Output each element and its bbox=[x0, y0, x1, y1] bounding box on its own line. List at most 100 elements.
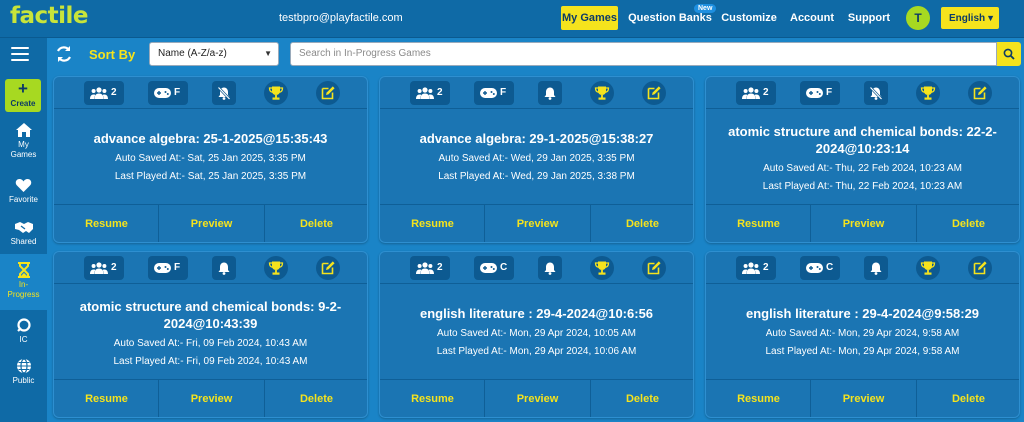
delete-button[interactable]: Delete bbox=[590, 205, 693, 242]
game-mode-badge[interactable]: C bbox=[474, 256, 514, 280]
edit-icon[interactable] bbox=[316, 81, 340, 105]
user-email: testbpro@playfactile.com bbox=[279, 12, 403, 24]
trophy-icon[interactable] bbox=[264, 256, 288, 280]
sidebar-item-in-progress[interactable]: In-Progress bbox=[0, 254, 47, 310]
chevron-down-icon: ▼ bbox=[986, 13, 996, 23]
refresh-icon[interactable] bbox=[54, 44, 74, 64]
sort-select[interactable]: Name (A-Z/a-z) ▼ bbox=[149, 42, 279, 66]
search-icon bbox=[1003, 48, 1015, 60]
sidebar-item-label: IC bbox=[19, 335, 28, 344]
players-badge[interactable]: 2 bbox=[410, 81, 450, 105]
players-icon bbox=[90, 87, 108, 99]
sidebar-item-public[interactable]: Public bbox=[0, 358, 47, 386]
gamepad-icon bbox=[806, 263, 823, 273]
gamepad-icon bbox=[480, 88, 497, 98]
game-mode-badge[interactable]: C bbox=[800, 256, 840, 280]
trophy-icon[interactable] bbox=[264, 81, 288, 105]
factile-logo[interactable]: factile bbox=[10, 3, 89, 29]
bell-slash-icon[interactable] bbox=[212, 81, 236, 105]
last-played-time: Last Played At:- Wed, 29 Jan 2025, 3:38 … bbox=[438, 171, 635, 182]
sidebar-item-my-games[interactable]: My Games bbox=[0, 122, 47, 160]
players-badge[interactable]: 2 bbox=[84, 81, 124, 105]
sidebar-item-shared[interactable]: Shared bbox=[0, 220, 47, 247]
sidebar-item-label: Public bbox=[12, 376, 35, 385]
heart-icon bbox=[15, 179, 32, 192]
players-badge[interactable]: 2 bbox=[410, 256, 450, 280]
edit-icon[interactable] bbox=[642, 81, 666, 105]
players-icon bbox=[416, 262, 434, 274]
auto-saved-time: Auto Saved At:- Wed, 29 Jan 2025, 3:35 P… bbox=[438, 153, 635, 164]
game-mode-badge[interactable]: F bbox=[800, 81, 840, 105]
handshake-icon bbox=[14, 222, 33, 233]
bell-icon[interactable] bbox=[864, 256, 888, 280]
trophy-icon[interactable] bbox=[916, 81, 940, 105]
trophy-icon[interactable] bbox=[590, 256, 614, 280]
sidebar-item-ic[interactable]: IC bbox=[0, 317, 47, 345]
gamepad-icon bbox=[154, 88, 171, 98]
delete-button[interactable]: Delete bbox=[264, 205, 367, 242]
last-played-time: Last Played At:- Mon, 29 Apr 2024, 10:06… bbox=[436, 346, 637, 357]
last-played-time: Last Played At:- Sat, 25 Jan 2025, 3:35 … bbox=[114, 171, 307, 182]
card-icon-bar: 2F bbox=[380, 77, 693, 109]
language-select[interactable]: English▼ bbox=[941, 7, 999, 29]
resume-button[interactable]: Resume bbox=[706, 380, 811, 417]
bell-icon[interactable] bbox=[538, 256, 562, 280]
game-mode-badge[interactable]: F bbox=[148, 256, 188, 280]
sidebar-item-label: My Games bbox=[10, 140, 37, 159]
trophy-icon[interactable] bbox=[916, 256, 940, 280]
sidebar-item-favorite[interactable]: Favorite bbox=[0, 178, 47, 205]
search-button[interactable] bbox=[997, 42, 1021, 66]
preview-button[interactable]: Preview bbox=[158, 205, 265, 242]
game-card: 2 Fatomic structure and chemical bonds: 2… bbox=[705, 76, 1020, 243]
home-icon bbox=[15, 123, 32, 137]
preview-button[interactable]: Preview bbox=[484, 380, 591, 417]
edit-icon[interactable] bbox=[968, 256, 992, 280]
delete-button[interactable]: Delete bbox=[590, 380, 693, 417]
game-mode-badge[interactable]: F bbox=[148, 81, 188, 105]
hamburger-menu-icon[interactable] bbox=[11, 47, 29, 61]
preview-button[interactable]: Preview bbox=[810, 380, 917, 417]
game-mode-badge[interactable]: F bbox=[474, 81, 514, 105]
edit-icon[interactable] bbox=[642, 256, 666, 280]
players-badge[interactable]: 2 bbox=[736, 81, 776, 105]
preview-button[interactable]: Preview bbox=[484, 205, 591, 242]
players-badge[interactable]: 2 bbox=[736, 256, 776, 280]
card-icon-bar: 2C bbox=[706, 252, 1019, 284]
game-mode-letter: F bbox=[826, 87, 833, 98]
player-count: 2 bbox=[437, 87, 443, 98]
nav-my-games[interactable]: My Games bbox=[561, 6, 618, 30]
edit-icon[interactable] bbox=[316, 256, 340, 280]
search-input[interactable]: Search in In-Progress Games bbox=[290, 42, 997, 66]
players-badge[interactable]: 2 bbox=[84, 256, 124, 280]
card-actions: Resume Preview Delete bbox=[380, 204, 693, 242]
resume-button[interactable]: Resume bbox=[54, 380, 159, 417]
resume-button[interactable]: Resume bbox=[380, 380, 485, 417]
game-title: atomic structure and chemical bonds: 22-… bbox=[728, 124, 997, 156]
bell-slash-icon[interactable] bbox=[864, 81, 888, 105]
nav-customize[interactable]: Customize bbox=[719, 6, 779, 30]
preview-button[interactable]: Preview bbox=[810, 205, 917, 242]
game-title: atomic structure and chemical bonds: 9-2… bbox=[79, 299, 342, 331]
delete-button[interactable]: Delete bbox=[264, 380, 367, 417]
auto-saved-time: Auto Saved At:- Thu, 22 Feb 2024, 10:23 … bbox=[763, 163, 962, 174]
last-played-time: Last Played At:- Fri, 09 Feb 2024, 10:43… bbox=[113, 356, 308, 367]
delete-button[interactable]: Delete bbox=[916, 380, 1019, 417]
create-button[interactable]: + Create bbox=[5, 79, 41, 112]
bell-icon[interactable] bbox=[538, 81, 562, 105]
resume-button[interactable]: Resume bbox=[706, 205, 811, 242]
nav-account[interactable]: Account bbox=[787, 6, 837, 30]
sidebar-item-label: Favorite bbox=[9, 195, 38, 204]
game-card: 2 Fadvance algebra: 29-1-2025@15:38:27 Aut… bbox=[379, 76, 694, 243]
edit-icon[interactable] bbox=[968, 81, 992, 105]
trophy-icon[interactable] bbox=[590, 81, 614, 105]
resume-button[interactable]: Resume bbox=[380, 205, 485, 242]
delete-button[interactable]: Delete bbox=[916, 205, 1019, 242]
sort-by-label: Sort By bbox=[89, 47, 136, 62]
preview-button[interactable]: Preview bbox=[158, 380, 265, 417]
card-actions: Resume Preview Delete bbox=[706, 379, 1019, 417]
bell-icon[interactable] bbox=[212, 256, 236, 280]
auto-saved-time: Auto Saved At:- Sat, 25 Jan 2025, 3:35 P… bbox=[115, 153, 306, 164]
resume-button[interactable]: Resume bbox=[54, 205, 159, 242]
nav-support[interactable]: Support bbox=[845, 6, 893, 30]
avatar[interactable]: T bbox=[906, 6, 930, 30]
